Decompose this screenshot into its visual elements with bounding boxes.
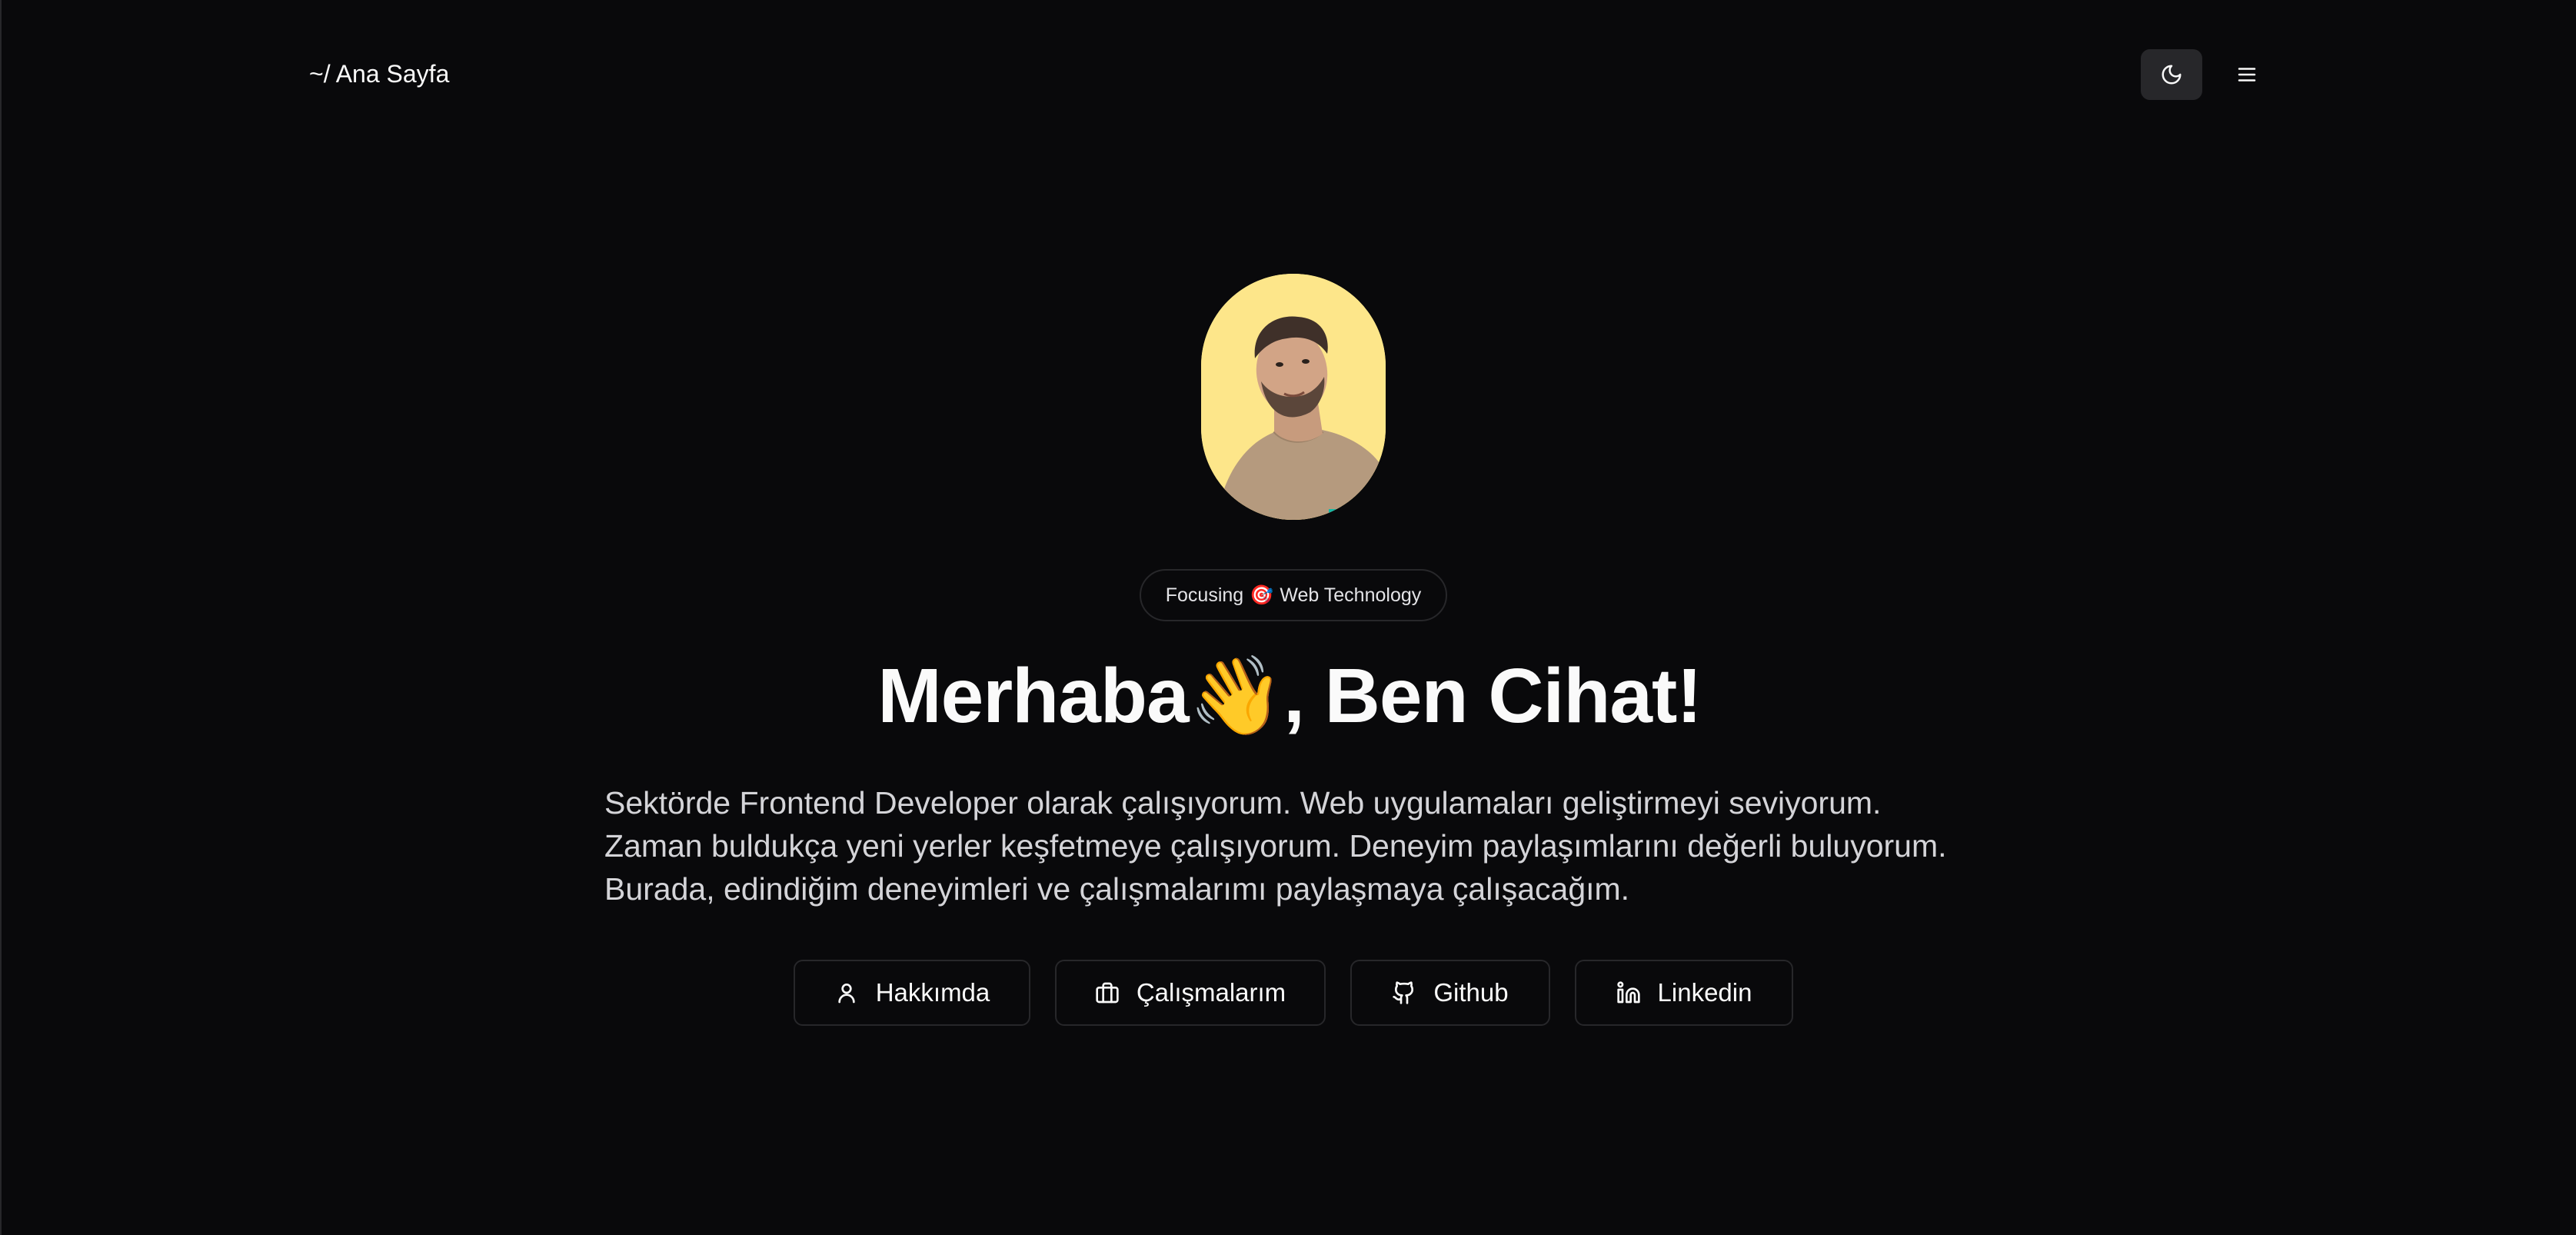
title-name: , Ben Cihat! (1283, 653, 1702, 739)
home-link[interactable]: ~/ Ana Sayfa (309, 46, 449, 102)
github-icon (1393, 981, 1414, 1004)
title-greeting: Merhaba (877, 653, 1189, 739)
linkedin-icon (1616, 981, 1640, 1004)
action-buttons: Hakkımda Çalışmalarım Github Linkedin (2, 960, 2576, 1026)
description-line: Zaman buldukça yeni yerler keşfetmeye ça… (604, 828, 1947, 864)
badge-suffix: Web Technology (1280, 584, 1422, 606)
works-button[interactable]: Çalışmalarım (1055, 960, 1326, 1026)
focus-badge: Focusing 🎯 Web Technology (1140, 569, 1447, 621)
badge-prefix: Focusing (1165, 584, 1244, 606)
user-icon (838, 984, 855, 1004)
waving-hand-emoji-icon: 👋 (1188, 653, 1285, 739)
github-button-label: Github (1433, 978, 1509, 1007)
briefcase-icon (1096, 982, 1119, 1004)
description-line: Burada, edindiğim deneyimleri ve çalışma… (604, 871, 1630, 907)
menu-icon (2238, 68, 2256, 82)
profile-avatar (1201, 274, 1386, 520)
profile-photo (1201, 274, 1386, 520)
target-emoji-icon: 🎯 (1250, 584, 1274, 606)
about-button[interactable]: Hakkımda (794, 960, 1030, 1026)
about-button-label: Hakkımda (875, 978, 990, 1007)
menu-button[interactable] (2216, 49, 2278, 100)
header: ~/ Ana Sayfa (309, 46, 2270, 102)
page-title: Merhaba👋, Ben Cihat! (2, 646, 2576, 746)
intro-description: Sektörde Frontend Developer olarak çalış… (604, 781, 2004, 910)
github-button[interactable]: Github (1350, 960, 1550, 1026)
description-line: Sektörde Frontend Developer olarak çalış… (604, 785, 1882, 821)
works-button-label: Çalışmalarım (1136, 978, 1286, 1007)
linkedin-button-label: Linkedin (1657, 978, 1752, 1007)
linkedin-button[interactable]: Linkedin (1575, 960, 1793, 1026)
moon-icon (2162, 65, 2182, 85)
page: ~/ Ana Sayfa Focusing 🎯 Web Technology M… (0, 0, 2576, 1235)
theme-toggle-button[interactable] (2141, 49, 2202, 100)
